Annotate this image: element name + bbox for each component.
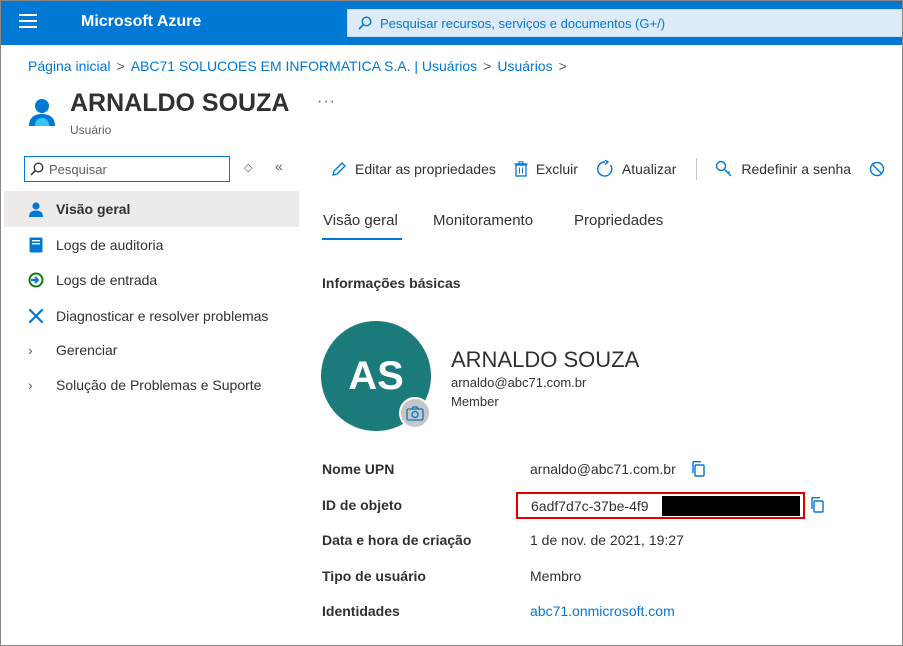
camera-icon bbox=[406, 406, 424, 421]
nav-item-label: Logs de entrada bbox=[56, 272, 158, 288]
nav-item-overview[interactable]: Visão geral bbox=[4, 191, 299, 227]
toolbar-divider bbox=[696, 158, 698, 180]
reset-password-button[interactable]: Redefinir a senha bbox=[715, 160, 851, 178]
nav-item-label: Gerenciar bbox=[56, 342, 118, 358]
prop-value-object-id: 6adf7d7c-37be-4f9 bbox=[531, 498, 649, 514]
reset-password-label: Redefinir a senha bbox=[741, 161, 852, 177]
prop-value-user-type: Membro bbox=[530, 568, 582, 584]
nav-item-manage[interactable]: › Gerenciar bbox=[4, 332, 299, 368]
prop-value-identities-link[interactable]: abc71.onmicrosoft.com bbox=[530, 603, 675, 619]
redaction-bar bbox=[662, 496, 800, 516]
edit-properties-button[interactable]: Editar as propriedades bbox=[331, 161, 496, 177]
breadcrumb-separator: > bbox=[483, 58, 492, 74]
global-search-placeholder: Pesquisar recursos, serviços e documento… bbox=[380, 16, 666, 31]
top-bar: Microsoft Azure Pesquisar recursos, serv… bbox=[1, 1, 902, 45]
nav-item-sign-in-logs[interactable]: Logs de entrada bbox=[4, 262, 299, 298]
prop-label-created: Data e hora de criação bbox=[322, 532, 472, 548]
delete-label: Excluir bbox=[535, 161, 578, 177]
wrench-icon bbox=[27, 307, 45, 325]
breadcrumb-item-users[interactable]: Usuários bbox=[497, 58, 552, 74]
nav-item-label: Solução de Problemas e Suporte bbox=[56, 377, 262, 393]
nav-item-audit-logs[interactable]: Logs de auditoria bbox=[4, 227, 299, 263]
nav-item-troubleshoot[interactable]: › Solução de Problemas e Suporte bbox=[4, 367, 299, 403]
breadcrumb-item-home[interactable]: Página inicial bbox=[28, 58, 111, 74]
prop-value-upn: arnaldo@abc71.com.br bbox=[530, 461, 676, 477]
breadcrumb-separator: > bbox=[116, 58, 125, 74]
tab-overview[interactable]: Visão geral bbox=[323, 212, 398, 229]
hamburger-menu-icon[interactable] bbox=[19, 14, 37, 32]
prop-value-created: 1 de nov. de 2021, 19:27 bbox=[530, 532, 684, 548]
app-title[interactable]: Microsoft Azure bbox=[81, 13, 201, 31]
tab-monitoring[interactable]: Monitoramento bbox=[433, 212, 533, 229]
search-icon bbox=[358, 16, 372, 30]
user-icon bbox=[29, 99, 55, 126]
nav-search-box[interactable] bbox=[24, 156, 230, 182]
refresh-icon bbox=[596, 160, 613, 177]
search-icon bbox=[30, 162, 44, 176]
block-sign-in-button[interactable] bbox=[869, 161, 893, 177]
trash-icon bbox=[514, 161, 528, 177]
tab-properties[interactable]: Propriedades bbox=[574, 212, 663, 229]
sign-in-log-icon bbox=[27, 271, 45, 289]
prop-label-object-id: ID de objeto bbox=[322, 497, 403, 513]
copy-icon[interactable] bbox=[690, 460, 706, 478]
collapse-nav-icon[interactable]: « bbox=[275, 158, 283, 174]
nav-search-input[interactable] bbox=[49, 160, 224, 178]
prop-label-user-type: Tipo de usuário bbox=[322, 568, 426, 584]
block-icon bbox=[869, 161, 885, 177]
nav-filter-icon[interactable]: ◇ bbox=[244, 161, 252, 174]
breadcrumb: Página inicial > ABC71 SOLUCOES EM INFORMA… bbox=[28, 58, 573, 74]
key-icon bbox=[716, 160, 732, 177]
profile-email: arnaldo@abc71.com.br bbox=[451, 375, 587, 390]
global-search-input[interactable]: Pesquisar recursos, serviços e documento… bbox=[347, 9, 902, 37]
edit-properties-label: Editar as propriedades bbox=[355, 161, 496, 177]
chevron-right-icon: › bbox=[28, 377, 33, 393]
profile-role: Member bbox=[451, 394, 499, 409]
delete-button[interactable]: Excluir bbox=[514, 161, 578, 177]
refresh-label: Atualizar bbox=[621, 161, 677, 177]
page-subtitle: Usuário bbox=[70, 123, 112, 137]
copy-icon[interactable] bbox=[809, 496, 825, 514]
chevron-right-icon: › bbox=[28, 342, 33, 358]
page-title: ARNALDO SOUZA bbox=[70, 89, 290, 117]
user-icon bbox=[27, 200, 45, 218]
audit-log-icon bbox=[27, 236, 45, 254]
nav-item-label: Diagnosticar e resolver problemas bbox=[56, 308, 269, 324]
profile-name: ARNALDO SOUZA bbox=[451, 347, 640, 372]
breadcrumb-separator: > bbox=[558, 58, 567, 74]
azure-portal-window: Microsoft Azure Pesquisar recursos, serv… bbox=[0, 0, 903, 646]
avatar-initials: AS bbox=[348, 353, 404, 398]
more-options-button[interactable]: ··· bbox=[317, 93, 336, 111]
change-photo-button[interactable] bbox=[399, 397, 431, 429]
prop-label-identities: Identidades bbox=[322, 603, 400, 619]
nav-item-diagnose[interactable]: Diagnosticar e resolver problemas bbox=[4, 298, 299, 334]
section-title: Informações básicas bbox=[322, 275, 461, 291]
prop-label-upn: Nome UPN bbox=[322, 461, 395, 477]
object-id-highlight-box: 6adf7d7c-37be-4f9 bbox=[516, 492, 805, 519]
nav-item-label: Visão geral bbox=[56, 201, 131, 217]
nav-item-label: Logs de auditoria bbox=[56, 237, 164, 253]
active-tab-indicator bbox=[322, 238, 402, 240]
command-bar: Editar as propriedades Excluir Atualizar… bbox=[331, 157, 902, 181]
refresh-button[interactable]: Atualizar bbox=[596, 160, 676, 178]
pencil-icon bbox=[332, 162, 346, 176]
breadcrumb-item-tenant-users[interactable]: ABC71 SOLUCOES EM INFORMATICA S.A. | Usu… bbox=[131, 58, 477, 74]
